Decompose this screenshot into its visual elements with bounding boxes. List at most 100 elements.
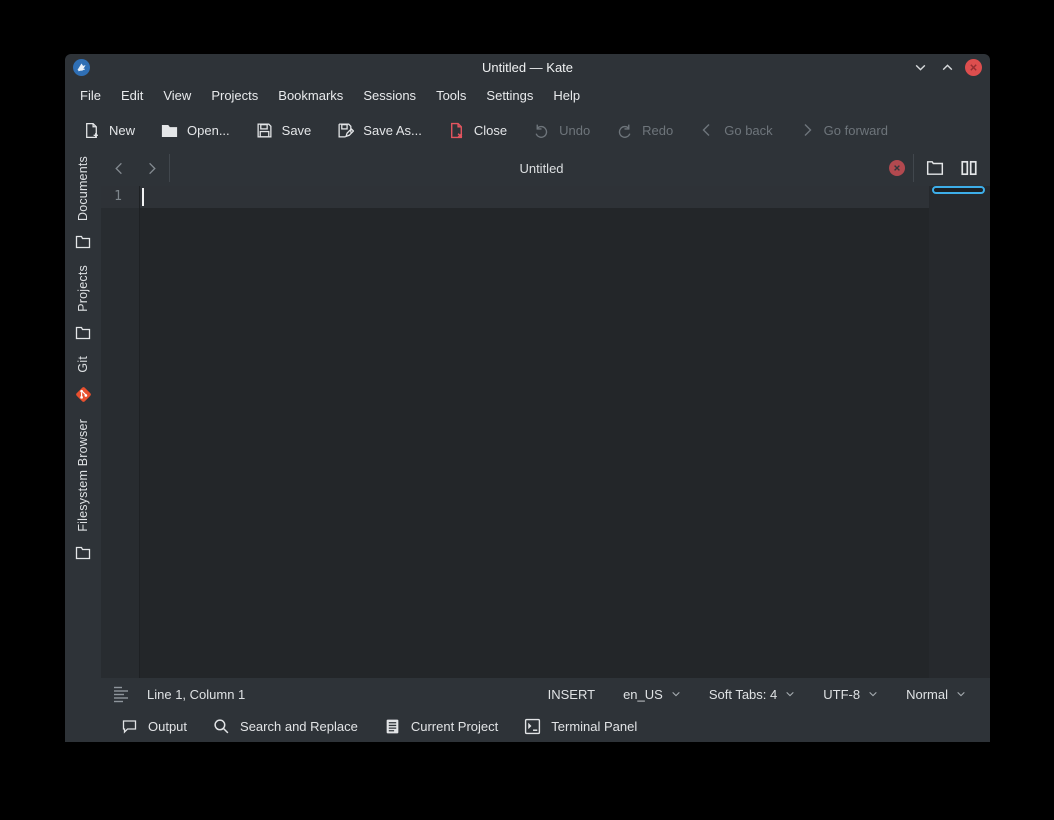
redo-icon (616, 122, 633, 139)
sidebar-item-documents[interactable]: Documents (75, 156, 91, 250)
bottom-panelbar: Output Search and Replace (101, 710, 990, 742)
input-mode-status[interactable]: INSERT (534, 682, 609, 707)
close-document-button[interactable]: Close (438, 116, 517, 145)
text-cursor (142, 188, 144, 206)
dictionary-label: en_US (623, 687, 663, 702)
save-as-button[interactable]: Save As... (327, 116, 432, 145)
save-button-label: Save (282, 123, 312, 138)
input-mode-label: INSERT (548, 687, 595, 702)
chevron-left-icon (699, 122, 715, 138)
go-forward-button[interactable]: Go forward (789, 116, 898, 144)
chevron-right-icon (799, 122, 815, 138)
sidebar-item-git-label: Git (76, 356, 90, 373)
git-icon (74, 385, 93, 404)
encoding-label: UTF-8 (823, 687, 860, 702)
menu-tools[interactable]: Tools (427, 84, 475, 107)
redo-button[interactable]: Redo (606, 116, 683, 145)
tab-untitled[interactable]: Untitled (170, 150, 913, 186)
save-button[interactable]: Save (246, 116, 322, 145)
tabbar: Untitled (101, 150, 990, 186)
output-panel-button[interactable]: Output (111, 713, 197, 739)
undo-icon (533, 122, 550, 139)
maximize-button[interactable] (938, 59, 956, 77)
output-panel-label: Output (148, 719, 187, 734)
folder-icon (75, 234, 91, 250)
tab-scroll-left-button[interactable] (105, 154, 133, 182)
go-back-button-label: Go back (724, 123, 772, 138)
sidebar-item-filesystem-browser-label: Filesystem Browser (76, 419, 90, 532)
chevron-down-icon (868, 689, 878, 699)
text-area[interactable] (139, 186, 929, 678)
tab-scroll-right-button[interactable] (137, 154, 165, 182)
menu-settings[interactable]: Settings (477, 84, 542, 107)
go-forward-button-label: Go forward (824, 123, 888, 138)
redo-button-label: Redo (642, 123, 673, 138)
menu-file[interactable]: File (71, 84, 110, 107)
search-icon (213, 718, 230, 735)
undo-button[interactable]: Undo (523, 116, 600, 145)
menu-edit[interactable]: Edit (112, 84, 152, 107)
current-project-panel-button[interactable]: Current Project (374, 713, 508, 740)
open-folder-icon (161, 122, 178, 139)
kate-logo-icon (73, 59, 90, 76)
tab-mode-label: Soft Tabs: 4 (709, 687, 777, 702)
line-wrap-icon[interactable] (111, 685, 131, 703)
highlight-mode-label: Normal (906, 687, 948, 702)
sidebar-item-filesystem-browser[interactable]: Filesystem Browser (75, 419, 91, 561)
menu-help[interactable]: Help (544, 84, 589, 107)
editor[interactable]: 1 (101, 186, 990, 678)
current-project-panel-label: Current Project (411, 719, 498, 734)
titlebar[interactable]: Untitled — Kate (65, 54, 990, 81)
menu-projects[interactable]: Projects (202, 84, 267, 107)
new-button[interactable]: New (73, 116, 145, 145)
cursor-position[interactable]: Line 1, Column 1 (147, 687, 245, 702)
save-as-button-label: Save As... (363, 123, 422, 138)
menu-bookmarks[interactable]: Bookmarks (269, 84, 352, 107)
menubar: File Edit View Projects Bookmarks Sessio… (65, 81, 990, 110)
tool-sidebar: Documents Projects Git (65, 150, 101, 742)
go-back-button[interactable]: Go back (689, 116, 782, 144)
dictionary-selector[interactable]: en_US (609, 682, 695, 707)
current-line-highlight (140, 186, 929, 208)
scrollbar-view-indicator[interactable] (932, 186, 985, 194)
search-replace-panel-button[interactable]: Search and Replace (203, 713, 368, 740)
chevron-down-icon (785, 689, 795, 699)
chevron-down-icon (956, 689, 966, 699)
minimize-button[interactable] (911, 59, 929, 77)
save-icon (256, 122, 273, 139)
sidebar-item-git[interactable]: Git (74, 356, 93, 405)
speech-bubble-icon (121, 718, 138, 734)
scrollbar-minimap[interactable] (929, 186, 990, 678)
kate-window: Untitled — Kate File Edit View Projects … (65, 54, 990, 742)
menu-view[interactable]: View (154, 84, 200, 107)
new-tab-button[interactable] (922, 155, 948, 181)
terminal-icon (524, 718, 541, 735)
tab-close-button[interactable] (889, 160, 905, 176)
new-document-icon (83, 122, 100, 139)
undo-button-label: Undo (559, 123, 590, 138)
close-document-icon (448, 122, 465, 139)
line-number-gutter: 1 (101, 186, 139, 678)
folder-icon (75, 545, 91, 561)
statusbar: Line 1, Column 1 INSERT en_US Soft Tabs:… (101, 678, 990, 710)
encoding-selector[interactable]: UTF-8 (809, 682, 892, 707)
folder-icon (75, 325, 91, 341)
terminal-panel-label: Terminal Panel (551, 719, 637, 734)
menu-sessions[interactable]: Sessions (354, 84, 425, 107)
split-view-button[interactable] (956, 155, 982, 181)
close-button[interactable] (965, 59, 982, 76)
new-button-label: New (109, 123, 135, 138)
terminal-panel-button[interactable]: Terminal Panel (514, 713, 647, 740)
split-view-icon (960, 159, 978, 177)
sidebar-item-projects-label: Projects (76, 265, 90, 312)
new-document-icon (926, 159, 944, 177)
sidebar-item-projects[interactable]: Projects (75, 265, 91, 341)
toolbar: New Open... Save (65, 110, 990, 150)
close-document-button-label: Close (474, 123, 507, 138)
open-button[interactable]: Open... (151, 116, 240, 145)
tab-title: Untitled (170, 161, 913, 176)
sidebar-item-documents-label: Documents (76, 156, 90, 221)
window-title: Untitled — Kate (65, 60, 990, 75)
highlight-mode-selector[interactable]: Normal (892, 682, 980, 707)
tab-mode-selector[interactable]: Soft Tabs: 4 (695, 682, 809, 707)
